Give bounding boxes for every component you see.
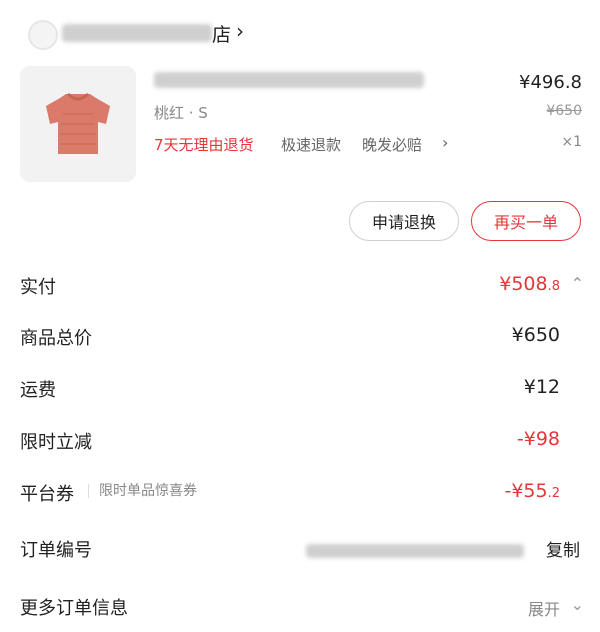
coupon-sublabel: 限时单品惊喜券: [88, 484, 197, 498]
copy-button[interactable]: 复制: [546, 536, 580, 561]
product-thumbnail[interactable]: [20, 66, 136, 182]
buy-again-button[interactable]: 再买一单: [471, 201, 581, 241]
coupon-label: 平台券: [20, 484, 74, 505]
goods-total-value: ¥650: [511, 324, 560, 346]
paid-value: ¥508.8: [499, 273, 560, 295]
chevron-right-icon: ›: [236, 19, 244, 43]
paid-row[interactable]: 实付 ¥508.8 ⌃: [0, 261, 600, 311]
shop-name-redacted: [62, 24, 212, 42]
product-title-redacted[interactable]: [154, 72, 424, 88]
discount-value: -¥98: [516, 428, 560, 450]
shipping-row: 运费 ¥12: [0, 364, 600, 414]
more-info-row[interactable]: 更多订单信息 展开 ⌄: [0, 582, 600, 632]
tag-7day-return: 7天无理由退货: [154, 136, 254, 154]
chevron-right-icon[interactable]: ›: [442, 133, 448, 152]
goods-total-label: 商品总价: [20, 328, 92, 349]
chevron-down-icon[interactable]: ⌄: [571, 595, 584, 614]
chevron-up-icon[interactable]: ⌃: [571, 274, 584, 293]
order-number-redacted: [306, 544, 524, 558]
goods-total-row: 商品总价 ¥650: [0, 312, 600, 362]
shop-name-suffix: 店: [212, 24, 232, 46]
shipping-label: 运费: [20, 380, 56, 401]
shop-header[interactable]: 店 ›: [22, 14, 322, 54]
shipping-value: ¥12: [523, 376, 560, 398]
tag-fast-refund: 极速退款: [281, 136, 342, 154]
product-original-price: ¥650: [546, 103, 582, 119]
product-quantity: ×1: [561, 134, 582, 150]
tag-late-compensation: 晚发必赔: [362, 136, 423, 154]
paid-label: 实付: [20, 277, 56, 298]
expand-button[interactable]: 展开: [528, 596, 560, 620]
coupon-value: -¥55.2: [504, 480, 560, 502]
more-info-label: 更多订单信息: [20, 598, 128, 619]
order-number-row: 订单编号 复制: [0, 524, 600, 574]
product-price: ¥496.8: [519, 72, 582, 93]
discount-label: 限时立减: [20, 432, 92, 453]
shop-logo: [28, 20, 58, 50]
product-variant: 桃红 · S: [154, 104, 208, 122]
order-number-label: 订单编号: [20, 540, 92, 561]
apply-return-button[interactable]: 申请退换: [349, 201, 459, 241]
discount-row: 限时立减 -¥98: [0, 416, 600, 466]
sweater-image: [46, 92, 110, 154]
coupon-row: 平台券 限时单品惊喜券 -¥55.2: [0, 468, 600, 518]
